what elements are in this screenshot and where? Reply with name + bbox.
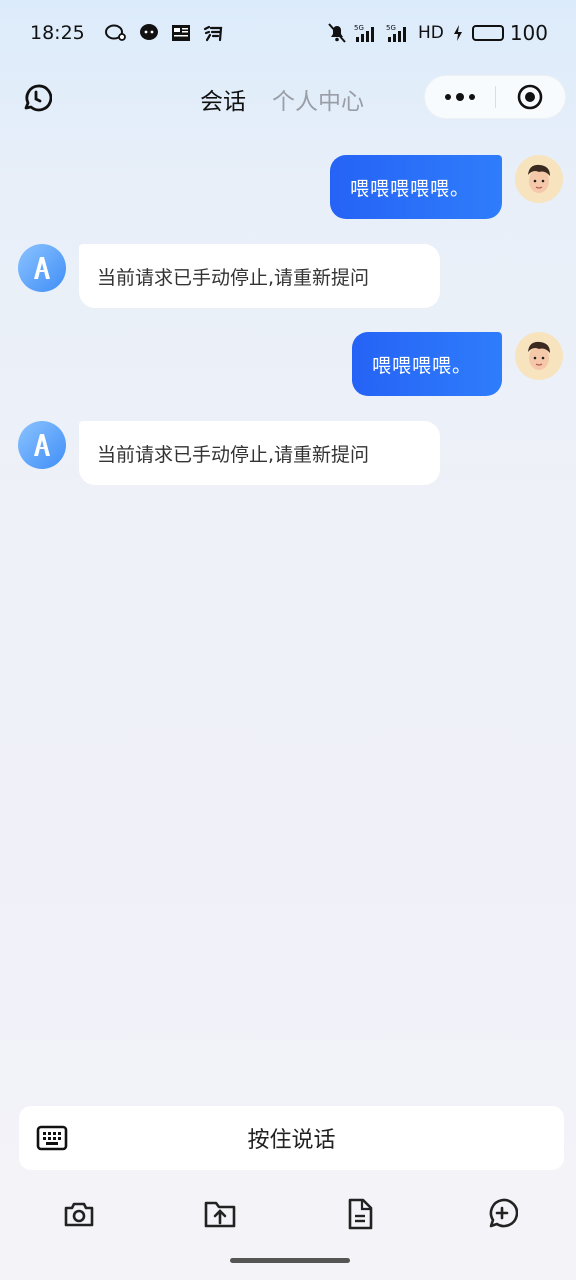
- keyboard-icon: [36, 1125, 68, 1151]
- news-icon: [171, 22, 191, 44]
- svg-text:5G: 5G: [386, 24, 396, 32]
- chat-bubble-icon: [104, 22, 127, 44]
- camera-icon: [64, 1202, 94, 1227]
- mini-program-capsule: [424, 75, 566, 119]
- battery-icon: [471, 25, 504, 41]
- app-header: 会话 个人中心: [0, 70, 576, 126]
- hold-to-talk-label: 按住说话: [247, 1128, 336, 1153]
- status-time: 18:25: [30, 22, 85, 44]
- signal-icon: 5G: [354, 22, 378, 44]
- keyboard-toggle-button[interactable]: [35, 1122, 69, 1154]
- message-text: 当前请求已手动停止,请重新提问: [97, 443, 370, 466]
- assistant-avatar: [18, 421, 66, 469]
- charging-icon: [452, 22, 464, 44]
- bottom-toolbar: [0, 1196, 576, 1236]
- hd-label: HD: [417, 23, 444, 43]
- signal-icon-2: 5G: [386, 22, 410, 44]
- clock-icon: [24, 84, 52, 112]
- assistant-avatar: [18, 244, 66, 292]
- document-button[interactable]: [342, 1196, 378, 1232]
- tab-bar: 会话 个人中心: [200, 82, 364, 116]
- message-icon: [139, 22, 159, 44]
- more-dot-icon: [455, 93, 464, 101]
- assistant-logo-icon: [34, 434, 50, 456]
- status-bar: 18:25 5G 5G HD 100: [0, 0, 576, 66]
- upload-file-button[interactable]: [202, 1196, 238, 1232]
- tab-conversation[interactable]: 会话: [200, 82, 246, 116]
- document-icon: [348, 1198, 373, 1230]
- voice-input-bar[interactable]: 按住说话: [19, 1106, 564, 1170]
- user-avatar[interactable]: [515, 155, 563, 203]
- assistant-message-bubble[interactable]: 当前请求已手动停止,请重新提问: [79, 421, 440, 485]
- tab-profile[interactable]: 个人中心: [272, 82, 364, 116]
- home-indicator[interactable]: [230, 1258, 350, 1263]
- more-dot-icon: [444, 94, 451, 100]
- svg-text:5G: 5G: [354, 24, 364, 32]
- message-text: 喂喂喂喂。: [372, 354, 473, 377]
- mute-bell-icon: [328, 22, 346, 44]
- new-chat-button[interactable]: [484, 1196, 520, 1232]
- folder-upload-icon: [204, 1201, 236, 1228]
- assistant-message-bubble[interactable]: 当前请求已手动停止,请重新提问: [79, 244, 440, 308]
- more-button[interactable]: [425, 75, 495, 119]
- message-text: 当前请求已手动停止,请重新提问: [97, 266, 370, 289]
- camera-button[interactable]: [61, 1196, 97, 1232]
- battery-level: 100: [509, 21, 548, 45]
- user-avatar[interactable]: [515, 332, 563, 380]
- assistant-logo-icon: [34, 257, 50, 279]
- message-text: 喂喂喂喂喂。: [350, 177, 471, 200]
- taobao-icon: [203, 22, 223, 44]
- user-message-bubble[interactable]: 喂喂喂喂喂。: [330, 155, 502, 219]
- history-button[interactable]: [18, 80, 54, 116]
- target-close-icon: [517, 84, 543, 110]
- more-dot-icon: [468, 94, 475, 100]
- chat-add-icon: [489, 1198, 518, 1228]
- close-program-button[interactable]: [496, 75, 566, 119]
- user-message-bubble[interactable]: 喂喂喂喂。: [352, 332, 502, 396]
- battery-indicator: 100: [471, 21, 548, 45]
